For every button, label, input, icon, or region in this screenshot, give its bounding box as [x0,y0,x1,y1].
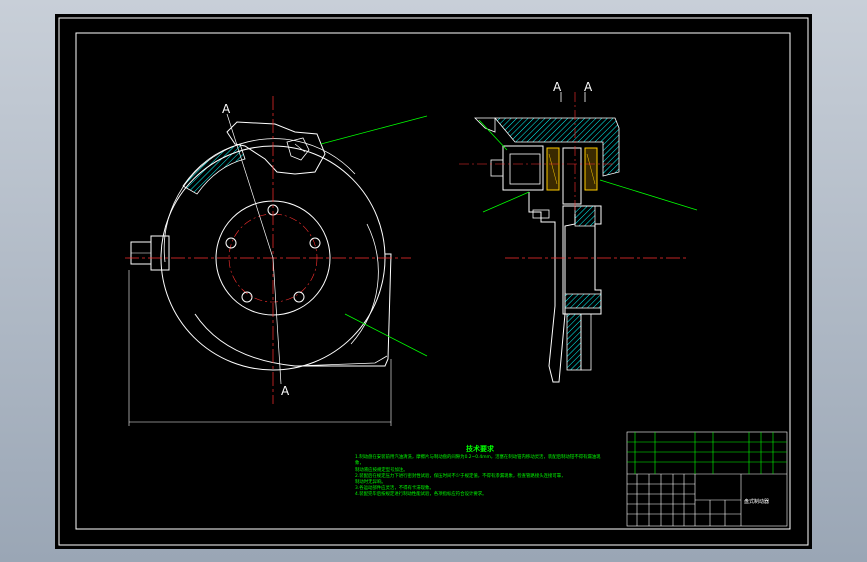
section-label-a: A [281,384,290,398]
leader-line [599,179,698,211]
title-block [626,431,788,527]
technical-requirements-title: 技术要求 [466,445,494,453]
bolt-hole [225,237,237,249]
section-label-a: A [584,80,593,94]
disc-section [562,147,582,205]
drawing-sheet: A A A A 技术要求 1.制动盘在安装前用汽油清洗，摩擦片与制动盘的间隙为0… [55,14,812,549]
requirement-line: 1.制动盘在安装前用汽油清洗，摩擦片与制动盘的间隙为0.2~0.4mm，活塞在制… [355,455,601,467]
hub-flange-hatch [566,313,582,371]
bolt-hole [293,291,305,303]
section-label-a: A [222,102,231,116]
dust-shield [194,253,392,367]
leader-line [344,313,428,357]
piston-cylinder [502,145,544,191]
bleed-screw [490,159,504,177]
requirement-line: 4.装配完毕后按规定进行制动性能试验，各项指标应符合设计要求。 [355,492,487,498]
caliper-hatch-section [182,143,246,195]
technical-requirements: 技术要求 1.制动盘在安装前用汽油清洗，摩擦片与制动盘的间隙为0.2~0.4mm… [355,445,605,499]
piston [509,153,541,185]
part-name: 盘式制动器 [744,499,770,505]
section-label-a: A [553,80,562,94]
section-view [459,92,698,383]
leader-line [482,191,530,213]
bolt-hole [309,237,321,249]
leader-line [320,115,428,145]
front-view [125,96,428,426]
